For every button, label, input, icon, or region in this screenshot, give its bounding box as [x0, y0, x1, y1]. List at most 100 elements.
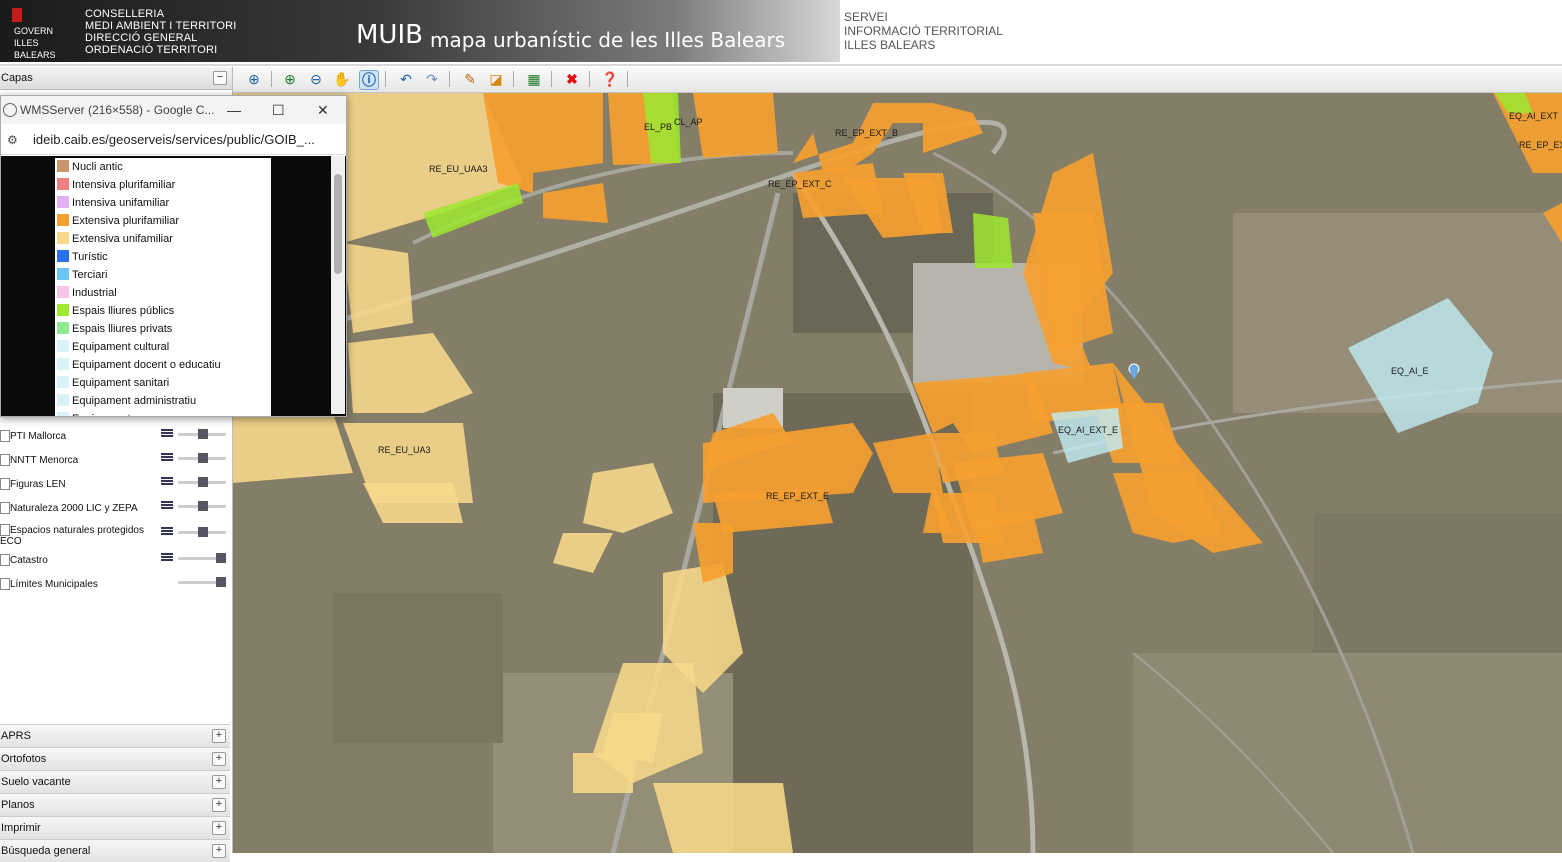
browser-icon [3, 103, 17, 117]
opacity-slider[interactable] [178, 453, 226, 463]
layer-name: Catastro [10, 555, 48, 566]
popup-addressbar[interactable]: ⚙ ideib.caib.es/geoserveis/services/publ… [1, 124, 346, 155]
expand-button[interactable]: + [212, 752, 226, 766]
legend-item: Espais lliures públics [55, 302, 271, 320]
clear-icon[interactable]: ✖ [563, 70, 581, 88]
legend-icon[interactable]: ▦ [525, 70, 543, 88]
legend-list-icon[interactable] [161, 429, 173, 440]
opacity-slider[interactable] [178, 477, 226, 487]
layer-row-pti-mallorca: PTI Mallorca [0, 428, 230, 450]
layer-row-catastro: Catastro [0, 552, 230, 574]
legend-list-icon[interactable] [161, 527, 173, 538]
servei-line: INFORMACIÓ TERRITORIAL [844, 24, 1003, 38]
layer-name: Límites Municipales [10, 579, 98, 590]
layer-checkbox[interactable] [0, 478, 10, 490]
conselleria-line: CONSELLERIA [85, 8, 165, 20]
servei-text: SERVEI INFORMACIÓ TERRITORIAL ILLES BALE… [844, 10, 1003, 52]
measure-line-icon[interactable]: ✎ [461, 70, 479, 88]
expand-button[interactable]: + [212, 775, 226, 789]
legend-label: Equipament sanitari [72, 377, 170, 389]
popup-titlebar[interactable]: WMSServer (216×558) - Google C... — ☐ ✕ [1, 96, 346, 124]
help-icon[interactable]: ❓ [601, 70, 619, 88]
map-view[interactable]: RE_EU_UAA3 EL_PB CL_AP RE_EP_EXT_B RE_EP… [233, 93, 1562, 853]
pan-hand-icon[interactable]: ✋ [333, 70, 351, 88]
zoom-out-icon[interactable]: ⊖ [307, 70, 325, 88]
layer-name: Figuras LEN [10, 479, 66, 490]
legend-list-icon[interactable] [161, 501, 173, 512]
layer-row-espacios-naturales: Espacios naturales protegidos ECO [0, 522, 230, 548]
maximize-icon[interactable]: ☐ [272, 102, 285, 119]
layer-checkbox[interactable] [0, 578, 10, 590]
legend-list-icon[interactable] [161, 553, 173, 564]
layer-checkbox[interactable] [0, 454, 10, 466]
legend-label: Equipament cultural [72, 341, 170, 353]
opacity-slider[interactable] [178, 553, 226, 563]
accordion-imprimir[interactable]: Imprimir + [0, 816, 230, 839]
legend-item: Espais lliures privats [55, 320, 271, 338]
legend-swatch [57, 178, 69, 190]
opacity-slider[interactable] [178, 501, 226, 511]
map-label: RE_EP_EXT_E [766, 491, 829, 501]
layer-checkbox[interactable] [0, 554, 10, 566]
map-canvas[interactable]: RE_EU_UAA3 EL_PB CL_AP RE_EP_EXT_B RE_EP… [233, 93, 1562, 853]
zoom-extent-icon[interactable]: ⊕ [245, 70, 263, 88]
legend-label: Extensiva unifamiliar [72, 233, 173, 245]
opacity-slider[interactable] [178, 429, 226, 439]
layer-row-limites-municipales: Límites Municipales [0, 576, 230, 598]
legend-label: Intensiva plurifamiliar [72, 179, 176, 191]
accordion-busqueda-general[interactable]: Búsqueda general + [0, 839, 230, 862]
legend-item: Nucli antic [55, 158, 271, 176]
legend-list-icon[interactable] [161, 477, 173, 488]
legend-item: Equipament sanitari [55, 374, 271, 392]
servei-line: ILLES BALEARS [844, 38, 936, 52]
accordion-suelo-vacante[interactable]: Suelo vacante + [0, 770, 230, 793]
conselleria-line: DIRECCIÓ GENERAL [85, 32, 198, 44]
layer-checkbox[interactable] [0, 502, 10, 514]
layer-row-naturaleza-2000: Naturaleza 2000 LIC y ZEPA [0, 500, 230, 522]
accordion-planos[interactable]: Planos + [0, 793, 230, 816]
collapse-button[interactable]: − [213, 71, 227, 85]
app-title: MUIB [356, 20, 423, 50]
undo-icon[interactable]: ↶ [397, 70, 415, 88]
opacity-slider[interactable] [178, 577, 226, 587]
popup-scrollbar[interactable] [331, 156, 345, 414]
minimize-icon[interactable]: — [227, 102, 241, 118]
legend-label: Espais lliures privats [72, 323, 173, 335]
legend-item: Equipament cultural [55, 338, 271, 356]
legend-label: Nucli antic [72, 161, 123, 173]
redo-icon[interactable]: ↷ [423, 70, 441, 88]
scroll-thumb[interactable] [334, 174, 342, 274]
legend-swatch [57, 250, 69, 262]
info-icon[interactable]: ⓘ [359, 70, 379, 90]
expand-button[interactable]: + [212, 844, 226, 858]
layer-row-nntt-menorca: NNTT Menorca [0, 452, 230, 474]
accordion-aprs[interactable]: APRS + [0, 724, 230, 747]
measure-area-icon[interactable]: ◪ [487, 70, 505, 88]
servei-line: SERVEI [844, 10, 888, 24]
expand-button[interactable]: + [212, 821, 226, 835]
accordion-ortofotos[interactable]: Ortofotos + [0, 747, 230, 770]
aerial-field [333, 593, 503, 743]
accordion-label: Imprimir [1, 822, 41, 834]
toolbar-separator [627, 71, 628, 87]
legend-list-icon[interactable] [161, 453, 173, 464]
legend-item: Intensiva plurifamiliar [55, 176, 271, 194]
zoom-in-icon[interactable]: ⊕ [281, 70, 299, 88]
opacity-slider[interactable] [178, 527, 226, 537]
popup-url[interactable]: ideib.caib.es/geoserveis/services/public… [33, 132, 315, 147]
layer-checkbox[interactable] [0, 430, 10, 442]
expand-button[interactable]: + [212, 798, 226, 812]
header: GOVERN ILLES BALEARS CONSELLERIA MEDI AM… [0, 0, 1562, 66]
map-label: RE_EU_UA3 [378, 445, 431, 455]
popup-content: Nucli antic Intensiva plurifamiliar Intens… [1, 156, 346, 416]
map-label: EL_PB [644, 122, 672, 132]
legend-label: Equipament ... [72, 413, 143, 416]
close-icon[interactable]: ✕ [317, 102, 329, 119]
expand-button[interactable]: + [212, 729, 226, 743]
aerial-field [1133, 653, 1562, 853]
legend-item: Turístic [55, 248, 271, 266]
legend-swatch [57, 358, 69, 370]
legend-label: Equipament docent o educatiu [72, 359, 221, 371]
aerial-field [1313, 513, 1562, 653]
site-settings-icon[interactable]: ⚙ [7, 133, 18, 147]
